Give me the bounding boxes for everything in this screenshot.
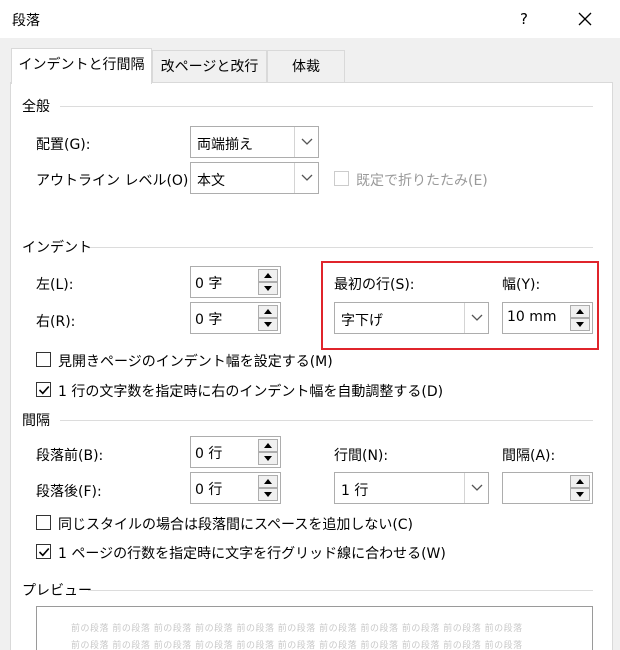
line-spacing-label: 行間(N): <box>334 448 389 464</box>
alignment-value: 両端揃え <box>197 137 253 153</box>
close-icon <box>578 12 592 26</box>
auto-adjust-right-indent-label[interactable]: 1 行の文字数を指定時に右のインデント幅を自動調整する(D) <box>58 381 443 401</box>
spin-down-button[interactable] <box>258 318 278 331</box>
tab-indent-spacing[interactable]: インデントと行間隔 <box>11 48 152 84</box>
outline-level-select[interactable]: 本文 <box>190 162 319 194</box>
divider <box>60 106 593 107</box>
spin-down-button[interactable] <box>258 282 278 295</box>
triangle-down-icon <box>264 322 272 327</box>
space-after-label: 段落後(F): <box>36 484 102 500</box>
indent-right-label: 右(R): <box>36 314 76 330</box>
triangle-up-icon <box>264 443 272 448</box>
chevron-down-icon <box>471 484 483 491</box>
spacing-at-spinner[interactable] <box>502 472 593 504</box>
preview-sample-line: 前の段落 前の段落 前の段落 前の段落 前の段落 前の段落 前の段落 前の段落 … <box>71 641 523 650</box>
chevron-down-icon <box>301 138 313 145</box>
dropdown-arrow[interactable] <box>294 127 318 157</box>
triangle-down-icon <box>264 492 272 497</box>
space-before-label: 段落前(B): <box>36 448 104 464</box>
triangle-up-icon <box>264 479 272 484</box>
spin-up-button[interactable] <box>258 475 278 488</box>
dialog-title: 段落 <box>12 13 40 29</box>
spin-up-button[interactable] <box>258 269 278 282</box>
dropdown-arrow[interactable] <box>464 473 488 503</box>
triangle-up-icon <box>264 309 272 314</box>
snap-to-grid-checkbox[interactable] <box>36 544 51 559</box>
indent-left-label: 左(L): <box>36 277 74 293</box>
tab-asian-typography[interactable]: 体裁 <box>267 50 345 83</box>
tab-line-page-breaks[interactable]: 改ページと改行 <box>152 50 267 83</box>
space-before-spinner[interactable]: 0 行 <box>190 436 281 468</box>
spin-down-button[interactable] <box>570 488 590 501</box>
close-button[interactable] <box>570 6 600 32</box>
spin-down-button[interactable] <box>258 452 278 465</box>
section-spacing-heading: 間隔 <box>22 413 50 429</box>
indent-right-spinner[interactable]: 0 字 <box>190 302 281 334</box>
space-after-spinner[interactable]: 0 行 <box>190 472 281 504</box>
collapsed-by-default-label: 既定で折りたたみ(E) <box>356 173 488 189</box>
spin-up-button[interactable] <box>258 439 278 452</box>
auto-adjust-right-indent-checkbox[interactable] <box>36 382 51 397</box>
preview-sample-line: 前の段落 前の段落 前の段落 前の段落 前の段落 前の段落 前の段落 前の段落 … <box>71 624 523 634</box>
section-indent-heading: インデント <box>22 240 92 256</box>
indent-left-value: 0 字 <box>195 276 223 292</box>
mirror-indents-label[interactable]: 見開きページのインデント幅を設定する(M) <box>58 351 333 371</box>
snap-to-grid-label[interactable]: 1 ページの行数を指定時に文字を行グリッド線に合わせる(W) <box>58 543 446 563</box>
spin-up-button[interactable] <box>570 475 590 488</box>
collapsed-by-default-checkbox[interactable] <box>334 171 349 186</box>
mirror-indents-checkbox[interactable] <box>36 352 51 367</box>
divider <box>60 420 593 421</box>
spacing-at-label: 間隔(A): <box>502 448 556 464</box>
outline-level-value: 本文 <box>197 173 225 189</box>
section-general-heading: 全般 <box>22 99 50 115</box>
alignment-select[interactable]: 両端揃え <box>190 126 319 158</box>
alignment-label: 配置(G): <box>36 137 91 153</box>
triangle-down-icon <box>264 456 272 461</box>
no-space-same-style-checkbox[interactable] <box>36 515 51 530</box>
divider <box>88 590 593 591</box>
space-after-value: 0 行 <box>195 482 223 498</box>
chevron-down-icon <box>301 174 313 181</box>
highlight-box <box>321 261 599 350</box>
triangle-down-icon <box>576 492 584 497</box>
divider <box>90 247 593 248</box>
section-preview-heading: プレビュー <box>22 583 92 599</box>
triangle-up-icon <box>576 479 584 484</box>
checkmark-icon <box>38 385 50 395</box>
dropdown-arrow[interactable] <box>294 163 318 193</box>
help-button[interactable]: ? <box>510 6 538 32</box>
preview-box: 前の段落 前の段落 前の段落 前の段落 前の段落 前の段落 前の段落 前の段落 … <box>36 606 593 650</box>
no-space-same-style-label[interactable]: 同じスタイルの場合は段落間にスペースを追加しない(C) <box>58 514 413 534</box>
indent-left-spinner[interactable]: 0 字 <box>190 266 281 298</box>
checkmark-icon <box>38 547 50 557</box>
spin-down-button[interactable] <box>258 488 278 501</box>
triangle-up-icon <box>264 273 272 278</box>
line-spacing-select[interactable]: 1 行 <box>334 472 489 504</box>
line-spacing-value: 1 行 <box>341 483 369 499</box>
outline-level-label: アウトライン レベル(O): <box>36 173 194 189</box>
triangle-down-icon <box>264 286 272 291</box>
spin-up-button[interactable] <box>258 305 278 318</box>
indent-right-value: 0 字 <box>195 312 223 328</box>
space-before-value: 0 行 <box>195 446 223 462</box>
